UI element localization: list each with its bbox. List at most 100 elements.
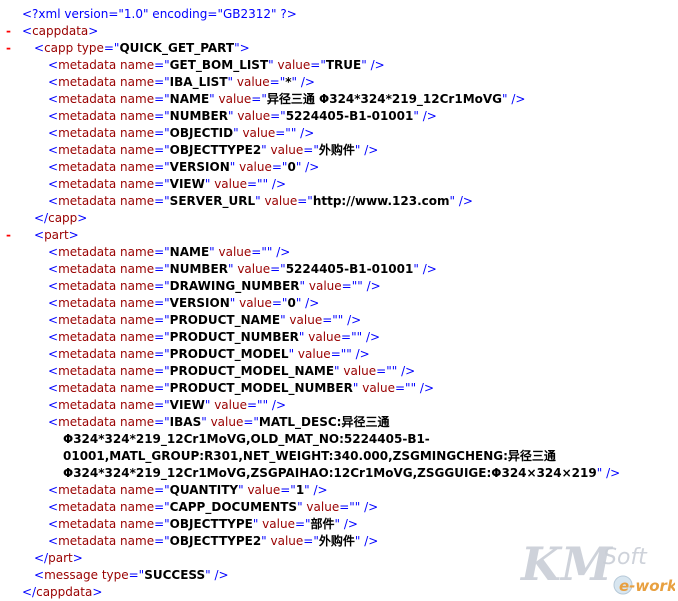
- metadata-value: 部件: [310, 517, 335, 531]
- metadata-element: <metadata name="NAME" value="异径三通 Φ324*3…: [48, 91, 525, 108]
- cappdata-close-tag: </cappdata>: [22, 584, 102, 601]
- attribute-equals: =": [154, 143, 170, 157]
- tag-self-close: />: [297, 75, 315, 89]
- tag-self-close: />: [272, 245, 291, 259]
- metadata-element: <metadata name="CAPP_DOCUMENTS" value=""…: [48, 499, 378, 516]
- attribute-name: name: [116, 75, 155, 89]
- tag-open-bracket: </: [34, 211, 49, 225]
- attribute-name: value: [285, 313, 323, 327]
- tag-self-close: />: [507, 92, 526, 106]
- element-name: capp: [48, 211, 78, 225]
- attribute-name: value: [214, 245, 252, 259]
- attribute-equals: =": [271, 160, 288, 174]
- tag-open-bracket: <: [48, 534, 59, 548]
- attribute-name: name: [116, 194, 155, 208]
- metadata-name-value: PRODUCT_MODEL_NUMBER: [169, 381, 353, 395]
- attribute-equals: =": [330, 347, 347, 361]
- metadata-name-value: OBJECTTYPE2: [169, 534, 262, 548]
- toggle-part[interactable]: -: [6, 227, 18, 244]
- tag-close-bracket: >: [77, 211, 88, 225]
- ibas-value-continuation: Φ324*324*219_12Cr1MoVG,ZSGPAIHAO:12Cr1Mo…: [63, 465, 620, 482]
- tag-open-bracket: <: [48, 143, 59, 157]
- tag-self-close: />: [340, 517, 358, 531]
- tag-close-bracket: >: [239, 41, 250, 55]
- element-name: message: [44, 568, 98, 582]
- attribute-equals: =": [154, 262, 170, 276]
- logo-brand-sub: e-works: [619, 577, 675, 595]
- attribute-name: name: [116, 500, 155, 514]
- element-name: metadata: [58, 534, 117, 548]
- attribute-name: value: [260, 194, 298, 208]
- attribute-equals: =": [154, 75, 170, 89]
- attribute-equals: =": [154, 517, 170, 531]
- tag-self-close: />: [418, 262, 437, 276]
- tag-open-bracket: <: [48, 415, 59, 429]
- attribute-equals: =": [154, 313, 170, 327]
- attribute-equals: =": [251, 245, 267, 259]
- toggle-capp[interactable]: -: [6, 40, 18, 57]
- metadata-element: <metadata name="NUMBER" value="5224405-B…: [48, 261, 437, 278]
- metadata-name-value: VERSION: [169, 296, 230, 310]
- message-element: <message type="SUCCESS" />: [34, 567, 229, 584]
- tag-self-close: />: [360, 143, 379, 157]
- attribute-name: type: [98, 568, 129, 582]
- attribute-equals: =": [294, 517, 311, 531]
- metadata-element: <metadata name="PRODUCT_NAME" value="" /…: [48, 312, 361, 329]
- tag-close-bracket: >: [88, 24, 99, 38]
- attribute-equals: =": [280, 483, 296, 497]
- element-name: metadata: [58, 296, 117, 310]
- metadata-element: <metadata name="VERSION" value="0" />: [48, 159, 319, 176]
- tag-open-bracket: <: [34, 228, 45, 242]
- metadata-value: 5224405-B1-01001: [285, 109, 414, 123]
- cappdata-open-tag: <cappdata>: [22, 23, 98, 40]
- tag-close-bracket: >: [68, 228, 79, 242]
- attribute-name: name: [116, 262, 155, 276]
- tag-open-bracket: </: [22, 585, 37, 599]
- attribute-equals: =": [270, 109, 286, 123]
- metadata-name-value: VERSION: [169, 160, 230, 174]
- attribute-equals: =": [303, 143, 319, 157]
- attribute-name: value: [235, 296, 272, 310]
- tag-self-close: />: [268, 177, 287, 191]
- capp-close-tag: </capp>: [34, 210, 87, 227]
- tag-open-bracket: <: [48, 58, 59, 72]
- attribute-name: name: [116, 177, 155, 191]
- metadata-name-value: VIEW: [169, 398, 205, 412]
- toggle-cappdata[interactable]: -: [6, 23, 18, 40]
- element-name: metadata: [58, 143, 117, 157]
- tag-open-bracket: <: [48, 517, 59, 531]
- tag-open-bracket: <: [22, 24, 33, 38]
- tag-self-close: />: [268, 398, 287, 412]
- attribute-name: name: [116, 398, 155, 412]
- capp-open-tag: <capp type="QUICK_GET_PART">: [34, 40, 250, 57]
- tag-self-close: />: [301, 160, 320, 174]
- ibas-value-line: 01001,MATL_GROUP:R301,NET_WEIGHT:340.000…: [63, 449, 556, 463]
- metadata-name-value: DRAWING_NUMBER: [169, 279, 300, 293]
- element-name: metadata: [58, 75, 117, 89]
- metadata-name-value: NUMBER: [169, 109, 228, 123]
- tag-open-bracket: <: [48, 313, 59, 327]
- metadata-name-value: PRODUCT_NAME: [169, 313, 281, 327]
- attribute-equals: =": [154, 534, 170, 548]
- attribute-name: value: [273, 58, 311, 72]
- tag-open-bracket: <: [48, 500, 59, 514]
- metadata-value: 外购件: [318, 534, 355, 548]
- tag-self-close: />: [416, 381, 435, 395]
- km-soft-eworks-logo: KM Soft e-works: [519, 537, 675, 595]
- metadata-element-ibas: <metadata name="IBAS" value="MATL_DESC:异…: [48, 414, 389, 431]
- element-name: metadata: [58, 500, 117, 514]
- element-name: capp: [44, 41, 74, 55]
- tag-open-bracket: <: [48, 160, 59, 174]
- attribute-name: value: [339, 364, 377, 378]
- attribute-equals: =": [154, 415, 170, 429]
- attribute-equals: =": [341, 279, 358, 293]
- attribute-name: name: [116, 109, 155, 123]
- element-name: metadata: [58, 160, 117, 174]
- tag-self-close: />: [351, 347, 370, 361]
- attribute-name: value: [233, 262, 271, 276]
- metadata-name-value: NAME: [169, 92, 210, 106]
- attribute-equals: =": [270, 262, 286, 276]
- metadata-element: <metadata name="VIEW" value="" />: [48, 176, 286, 193]
- tag-close-bracket: >: [72, 551, 83, 565]
- ibas-value-continuation: 01001,MATL_GROUP:R301,NET_WEIGHT:340.000…: [63, 448, 556, 465]
